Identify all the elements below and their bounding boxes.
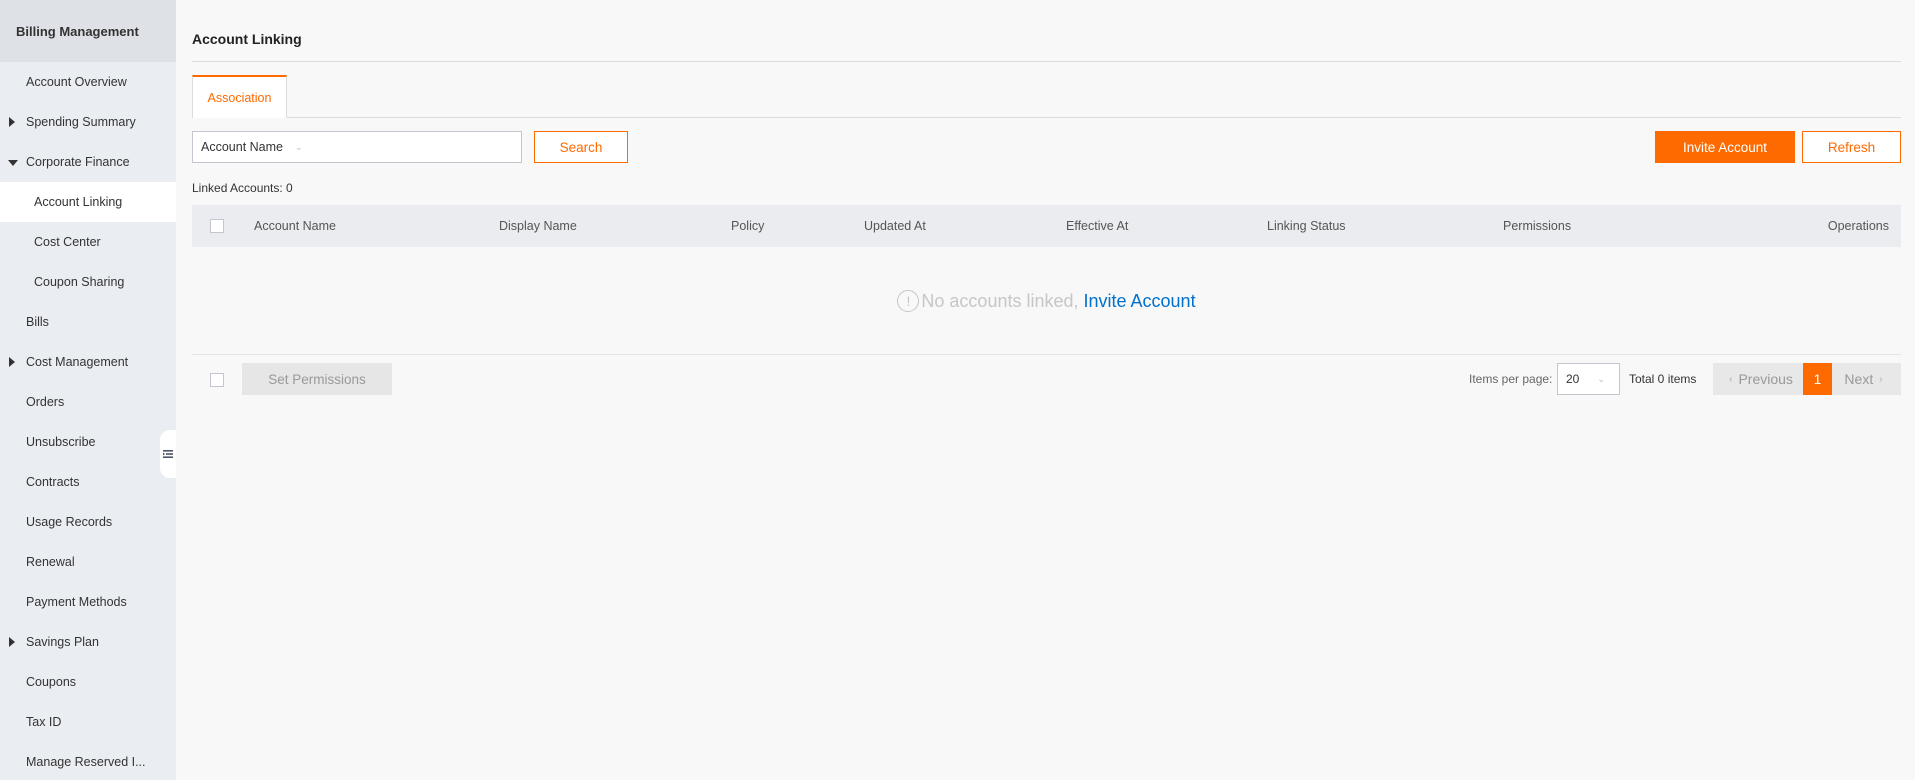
linked-accounts-count: Linked Accounts: 0 xyxy=(192,181,293,195)
sidebar-item-bills[interactable]: Bills xyxy=(0,302,176,342)
caret-down-icon xyxy=(8,142,18,182)
sidebar-item-account-overview[interactable]: Account Overview xyxy=(0,62,176,102)
column-display-name: Display Name xyxy=(499,219,577,233)
column-permissions: Permissions xyxy=(1503,219,1572,233)
sidebar-item-coupon-sharing[interactable]: Coupon Sharing xyxy=(0,262,176,302)
sidebar-item-account-linking[interactable]: Account Linking xyxy=(0,182,176,222)
sidebar-item-label: Corporate Finance xyxy=(26,155,130,169)
sidebar-item-label: Spending Summary xyxy=(26,115,136,129)
items-per-page-label: Items per page: xyxy=(1469,372,1553,386)
items-per-page-select[interactable]: 20 ⌄ xyxy=(1557,363,1620,395)
page-number-button[interactable]: 1 xyxy=(1803,363,1832,395)
collapse-menu-icon xyxy=(163,450,173,458)
title-divider xyxy=(192,61,1901,62)
sidebar-item-renewal[interactable]: Renewal xyxy=(0,542,176,582)
sidebar-collapse-handle[interactable] xyxy=(160,430,176,478)
tab-association[interactable]: Association xyxy=(192,75,287,118)
sidebar-item-label: Cost Management xyxy=(26,355,129,369)
page-title: Account Linking xyxy=(192,31,302,47)
sidebar-item-spending-summary[interactable]: Spending Summary xyxy=(0,102,176,142)
column-policy: Policy xyxy=(731,219,765,233)
set-permissions-button[interactable]: Set Permissions xyxy=(242,363,392,395)
sidebar-item-label: Savings Plan xyxy=(26,635,99,649)
sidebar-item-orders[interactable]: Orders xyxy=(0,382,176,422)
filter-field-value: Account Name xyxy=(201,140,283,154)
sidebar-title: Billing Management xyxy=(0,0,176,62)
sidebar-item-contracts[interactable]: Contracts xyxy=(0,462,176,502)
table-empty-state: ! No accounts linked, Invite Account xyxy=(192,247,1901,355)
total-items-label: Total 0 items xyxy=(1629,372,1697,386)
next-label: Next xyxy=(1844,371,1874,387)
caret-right-icon xyxy=(9,622,17,662)
items-per-page-value: 20 xyxy=(1566,372,1580,386)
column-account-name: Account Name xyxy=(254,219,336,233)
filter-field-select[interactable]: Account Name ⌄ xyxy=(192,131,522,163)
footer-divider xyxy=(192,354,1901,355)
invite-account-link[interactable]: Invite Account xyxy=(1084,291,1196,312)
refresh-button[interactable]: Refresh xyxy=(1802,131,1901,163)
column-operations: Operations xyxy=(1827,219,1889,233)
sidebar-item-payment-methods[interactable]: Payment Methods xyxy=(0,582,176,622)
previous-page-button[interactable]: ‹ Previous xyxy=(1713,363,1803,395)
sidebar: Billing Management Account Overview Spen… xyxy=(0,0,176,780)
chevron-down-icon: ⌄ xyxy=(1597,373,1605,384)
next-page-button[interactable]: Next › xyxy=(1832,363,1901,395)
warning-icon: ! xyxy=(897,290,920,312)
table-header: Account Name Display Name Policy Updated… xyxy=(192,205,1901,247)
sidebar-item-usage-records[interactable]: Usage Records xyxy=(0,502,176,542)
column-linking-status: Linking Status xyxy=(1267,219,1346,233)
sidebar-item-tax-id[interactable]: Tax ID xyxy=(0,702,176,742)
sidebar-item-cost-center[interactable]: Cost Center xyxy=(0,222,176,262)
sidebar-item-savings-plan[interactable]: Savings Plan xyxy=(0,622,176,662)
column-effective-at: Effective At xyxy=(1066,219,1129,233)
sidebar-item-manage-reserved[interactable]: Manage Reserved I... xyxy=(0,742,176,780)
caret-right-icon xyxy=(9,342,17,382)
search-button[interactable]: Search xyxy=(534,131,628,163)
sidebar-item-coupons[interactable]: Coupons xyxy=(0,662,176,702)
previous-label: Previous xyxy=(1738,371,1793,387)
sidebar-item-corporate-finance[interactable]: Corporate Finance xyxy=(0,142,176,182)
chevron-down-icon: ⌄ xyxy=(294,141,303,152)
sidebar-item-unsubscribe[interactable]: Unsubscribe xyxy=(0,422,176,462)
chevron-right-icon: › xyxy=(1879,373,1883,385)
sidebar-item-cost-management[interactable]: Cost Management xyxy=(0,342,176,382)
main-content: Account Linking Association Account Name… xyxy=(176,0,1915,780)
column-updated-at: Updated At xyxy=(864,219,926,233)
tab-divider xyxy=(192,117,1901,118)
caret-right-icon xyxy=(9,102,17,142)
chevron-left-icon: ‹ xyxy=(1729,373,1733,385)
empty-state-text: No accounts linked, xyxy=(921,290,1079,311)
select-all-checkbox[interactable] xyxy=(210,219,224,233)
footer-select-all-checkbox[interactable] xyxy=(210,373,224,387)
invite-account-button[interactable]: Invite Account xyxy=(1655,131,1795,163)
